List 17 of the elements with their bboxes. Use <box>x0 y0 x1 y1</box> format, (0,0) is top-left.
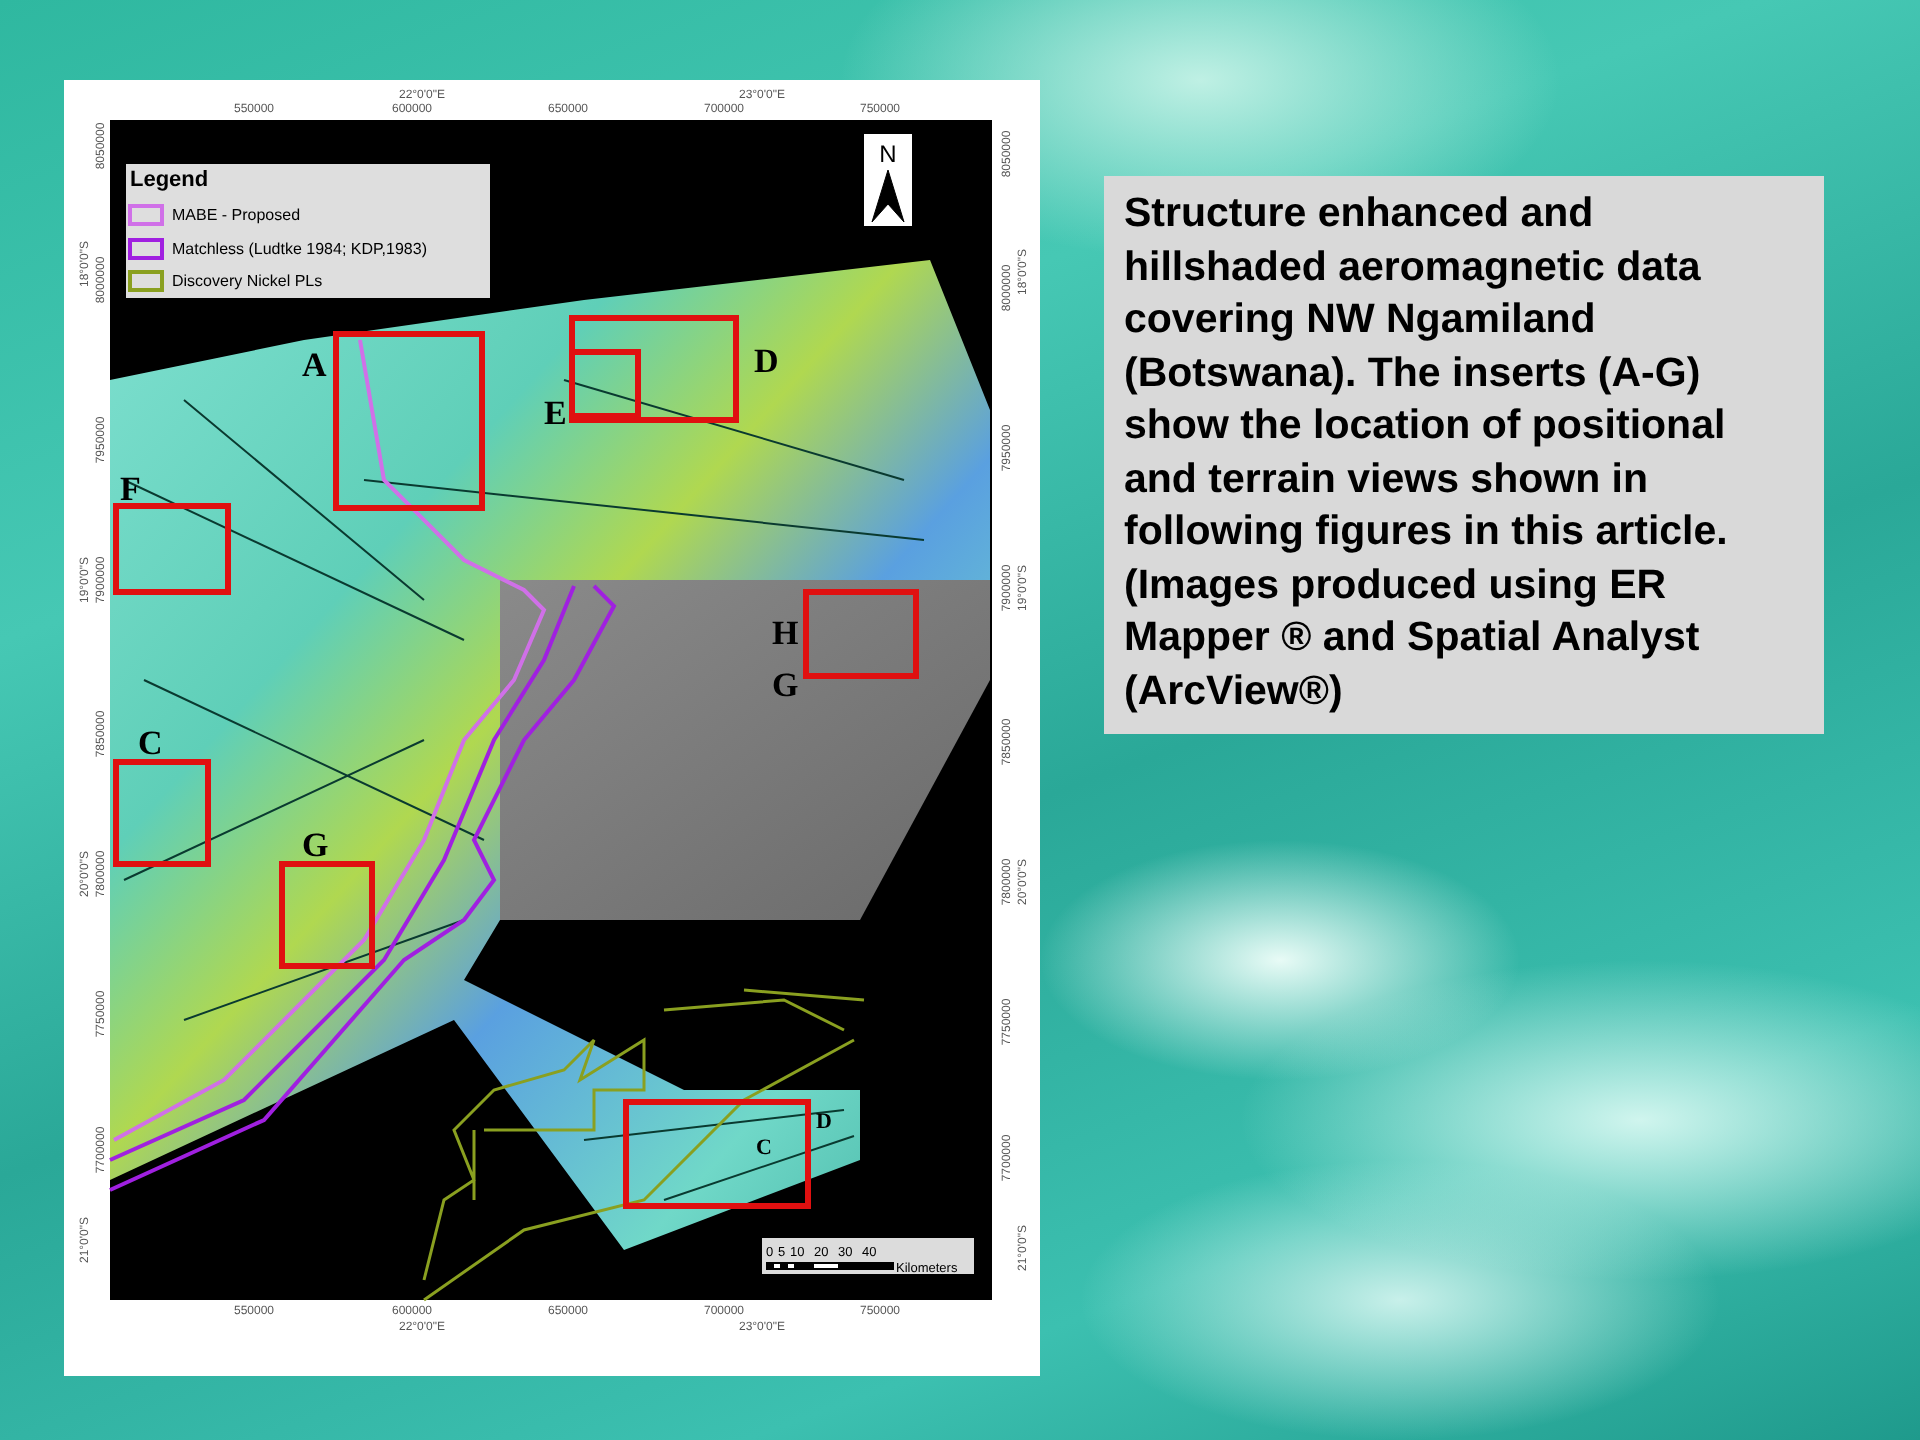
inset-label: A <box>302 346 327 384</box>
caption-text: Structure enhanced and hillshaded aeromagnetic data covering NW Ngamiland (Botswana). The inserts (A-G) show the location of positional and terrain views shown in following figures in this article. (Images produced using ER Mapper ® and Spatial Analyst (ArcView®) <box>1104 176 1824 734</box>
scale-bar-drawing <box>766 1262 894 1270</box>
north-label: N <box>879 140 897 168</box>
inset-label: D <box>754 342 779 380</box>
inset-label: D <box>816 1110 832 1134</box>
inset-label: G <box>302 826 329 864</box>
north-arrow-icon <box>871 169 905 223</box>
inset-label: H <box>772 614 799 652</box>
inset-label: C <box>756 1136 772 1160</box>
inset-label: E <box>544 394 567 432</box>
legend-label: Matchless (Ludtke 1984; KDP,1983) <box>172 240 427 258</box>
legend-label: Discovery Nickel PLs <box>172 272 323 290</box>
inset-label: G <box>772 666 799 704</box>
legend-title: Legend <box>130 168 209 192</box>
legend-label: MABE - Proposed <box>172 206 301 224</box>
inset-label: C <box>138 724 163 762</box>
